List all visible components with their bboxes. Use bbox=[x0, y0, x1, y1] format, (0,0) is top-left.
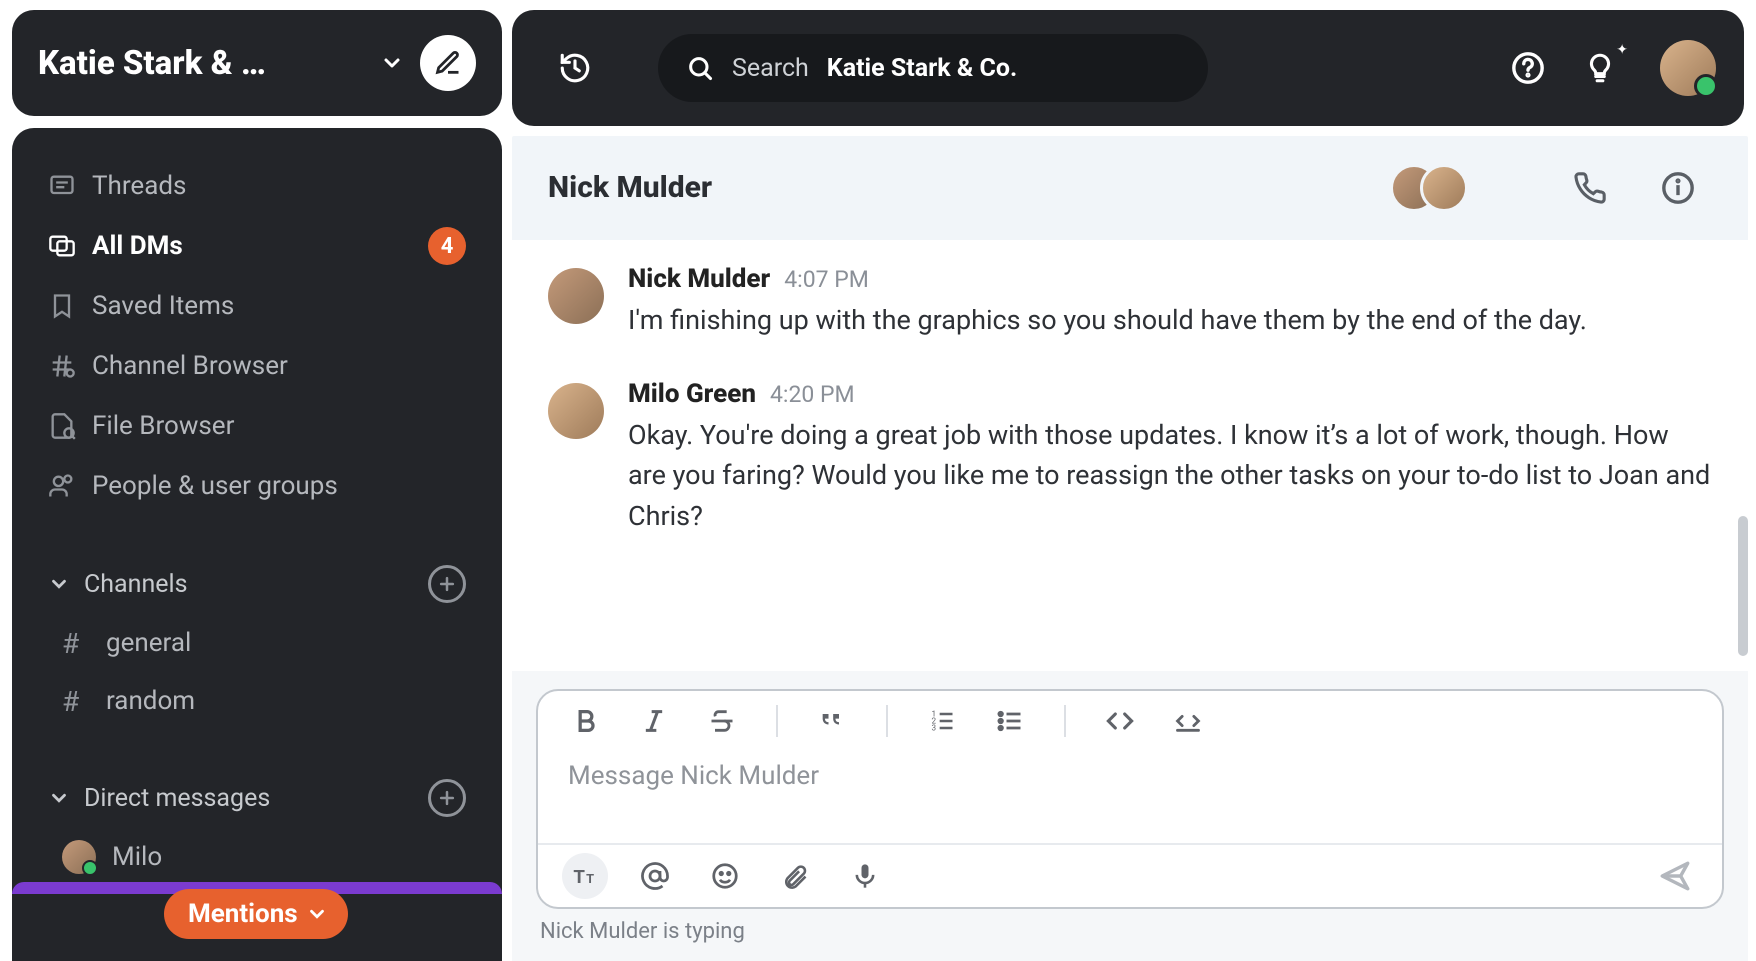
bold-button[interactable] bbox=[566, 701, 606, 741]
member-avatars[interactable] bbox=[1390, 164, 1468, 212]
format-toolbar: 123 bbox=[538, 691, 1722, 751]
profile-avatar[interactable] bbox=[1660, 40, 1716, 96]
info-button[interactable] bbox=[1656, 166, 1700, 210]
message-time: 4:07 PM bbox=[784, 266, 869, 293]
search-icon bbox=[686, 54, 714, 82]
divider bbox=[776, 705, 778, 737]
attach-button[interactable] bbox=[772, 853, 818, 899]
help-button[interactable] bbox=[1504, 44, 1552, 92]
conversation-title[interactable]: Nick Mulder bbox=[548, 170, 1390, 205]
whats-new-button[interactable]: ✦ bbox=[1576, 44, 1624, 92]
message-input[interactable]: Message Nick Mulder bbox=[538, 751, 1722, 843]
file-browser-icon bbox=[48, 412, 92, 440]
composer-area: 123 Message Nick Mulder TT bbox=[512, 671, 1748, 961]
strikethrough-button[interactable] bbox=[702, 701, 742, 741]
conversation-header: Nick Mulder bbox=[512, 136, 1748, 240]
threads-icon bbox=[48, 172, 92, 200]
header-bar: Search Katie Stark & Co. ✦ bbox=[512, 10, 1744, 126]
workspace-switcher[interactable]: Katie Stark & … bbox=[12, 10, 502, 116]
scrollbar-thumb[interactable] bbox=[1738, 516, 1748, 656]
toggle-format-button[interactable]: TT bbox=[562, 853, 608, 899]
sparkle-icon: ✦ bbox=[1616, 42, 1628, 58]
message[interactable]: Milo Green 4:20 PM Okay. You're doing a … bbox=[548, 379, 1712, 537]
channel-name: general bbox=[106, 628, 191, 658]
message-author: Nick Mulder bbox=[628, 264, 770, 294]
avatar bbox=[548, 383, 604, 439]
mention-button[interactable] bbox=[632, 853, 678, 899]
svg-text:3: 3 bbox=[932, 722, 937, 732]
message-text: Okay. You're doing a great job with thos… bbox=[628, 415, 1712, 537]
divider bbox=[886, 705, 888, 737]
avatar bbox=[1420, 164, 1468, 212]
avatar bbox=[62, 840, 96, 874]
code-block-button[interactable] bbox=[1168, 701, 1208, 741]
mentions-button[interactable]: Mentions bbox=[164, 889, 348, 939]
nav-threads[interactable]: Threads bbox=[12, 156, 502, 216]
message-text: I'm finishing up with the graphics so yo… bbox=[628, 300, 1712, 341]
chevron-down-icon bbox=[48, 787, 84, 809]
add-dm-button[interactable] bbox=[428, 779, 466, 817]
svg-text:T: T bbox=[586, 872, 594, 887]
nav-label: Channel Browser bbox=[92, 351, 466, 381]
channel-item[interactable]: # random bbox=[12, 672, 502, 730]
dm-icon bbox=[48, 232, 92, 260]
hash-icon: # bbox=[62, 685, 106, 718]
mic-button[interactable] bbox=[842, 853, 888, 899]
nav-all-dms[interactable]: All DMs 4 bbox=[12, 216, 502, 276]
dms-section-header[interactable]: Direct messages bbox=[12, 768, 502, 828]
nav-file-browser[interactable]: File Browser bbox=[12, 396, 502, 456]
mentions-label: Mentions bbox=[188, 899, 298, 929]
nav-label: All DMs bbox=[92, 231, 428, 261]
dm-name: Milo bbox=[112, 842, 162, 872]
channels-section-header[interactable]: Channels bbox=[12, 554, 502, 614]
bookmark-icon bbox=[48, 292, 92, 320]
channel-name: random bbox=[106, 686, 195, 716]
sidebar: Threads All DMs 4 Saved Items Channel Br… bbox=[12, 128, 502, 961]
search-input[interactable]: Search Katie Stark & Co. bbox=[658, 34, 1208, 102]
hash-icon: # bbox=[62, 627, 106, 660]
compose-button[interactable] bbox=[420, 35, 476, 91]
composer: 123 Message Nick Mulder TT bbox=[536, 689, 1724, 909]
call-button[interactable] bbox=[1568, 166, 1612, 210]
nav-label: Threads bbox=[92, 171, 466, 201]
nav-label: Saved Items bbox=[92, 291, 466, 321]
chevron-down-icon bbox=[374, 45, 410, 81]
search-scope: Katie Stark & Co. bbox=[827, 54, 1017, 83]
message[interactable]: Nick Mulder 4:07 PM I'm finishing up wit… bbox=[548, 264, 1712, 341]
svg-text:T: T bbox=[573, 866, 585, 888]
history-button[interactable] bbox=[552, 45, 598, 91]
workspace-name: Katie Stark & … bbox=[38, 44, 370, 83]
chevron-down-icon bbox=[48, 573, 84, 595]
divider bbox=[1064, 705, 1066, 737]
nav-channel-browser[interactable]: Channel Browser bbox=[12, 336, 502, 396]
section-title: Channels bbox=[84, 570, 428, 599]
typing-indicator: Nick Mulder is typing bbox=[540, 919, 1720, 944]
code-button[interactable] bbox=[1100, 701, 1140, 741]
add-channel-button[interactable] bbox=[428, 565, 466, 603]
section-title: Direct messages bbox=[84, 784, 428, 813]
people-icon bbox=[48, 472, 92, 500]
italic-button[interactable] bbox=[634, 701, 674, 741]
ordered-list-button[interactable]: 123 bbox=[922, 701, 962, 741]
channel-browser-icon bbox=[48, 352, 92, 380]
send-button[interactable] bbox=[1652, 853, 1698, 899]
message-time: 4:20 PM bbox=[770, 381, 855, 408]
search-label: Search bbox=[732, 54, 809, 83]
nav-saved-items[interactable]: Saved Items bbox=[12, 276, 502, 336]
messages-list: Nick Mulder 4:07 PM I'm finishing up wit… bbox=[512, 240, 1748, 536]
quote-button[interactable] bbox=[812, 701, 852, 741]
dm-item[interactable]: Milo bbox=[12, 828, 502, 886]
composer-actions: TT bbox=[538, 843, 1722, 907]
unread-badge: 4 bbox=[428, 227, 466, 265]
bullet-list-button[interactable] bbox=[990, 701, 1030, 741]
avatar bbox=[548, 268, 604, 324]
channel-item[interactable]: # general bbox=[12, 614, 502, 672]
nav-label: File Browser bbox=[92, 411, 466, 441]
emoji-button[interactable] bbox=[702, 853, 748, 899]
nav-people-groups[interactable]: People & user groups bbox=[12, 456, 502, 516]
nav-label: People & user groups bbox=[92, 471, 466, 501]
message-placeholder: Message Nick Mulder bbox=[568, 761, 819, 791]
message-author: Milo Green bbox=[628, 379, 756, 409]
